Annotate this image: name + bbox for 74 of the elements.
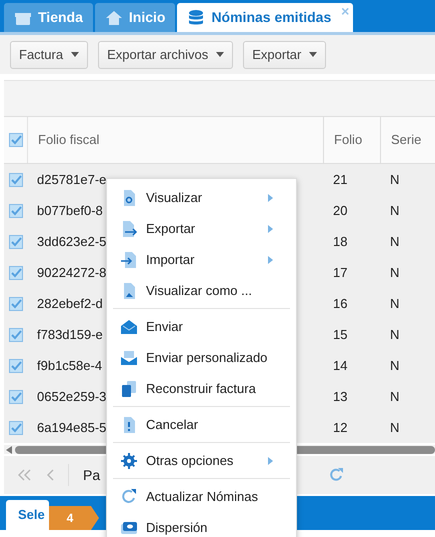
table-cell-text: 15 — [333, 326, 348, 344]
table-cell-text: N — [390, 356, 400, 375]
checkbox[interactable] — [8, 234, 22, 248]
scroll-left-icon[interactable] — [6, 446, 12, 454]
table-cell-text: 16 — [333, 294, 348, 313]
table-cell-text: N — [390, 388, 400, 406]
document-arrow-icon — [120, 220, 138, 238]
table-cell-text: 18 — [333, 232, 348, 251]
first-page-icon[interactable] — [18, 469, 32, 481]
checkbox[interactable] — [8, 296, 22, 310]
menu-item[interactable]: Enviar — [110, 311, 293, 342]
table-cell-text: f783d159-e — [37, 326, 103, 344]
checkbox[interactable] — [8, 358, 22, 372]
caret-icon — [216, 52, 224, 57]
caret-icon — [309, 52, 318, 57]
table-cell-text: N — [390, 326, 400, 344]
table-cell-text: N — [390, 264, 400, 282]
checkbox[interactable] — [8, 266, 22, 280]
checkbox[interactable] — [8, 328, 22, 342]
table-cell-text: 21 — [333, 170, 348, 189]
column-header[interactable]: Folio fiscal — [38, 130, 100, 150]
menu-item[interactable]: Cancelar — [110, 409, 293, 440]
envelope-icon — [120, 318, 138, 336]
table-cell-text: 6a194e85-5 — [37, 418, 106, 437]
home-icon — [104, 8, 123, 26]
settings-icon — [120, 452, 138, 470]
table-cell-text: 3dd623e2-5 — [37, 232, 106, 251]
menu-item[interactable]: Actualizar Nóminas — [110, 481, 293, 512]
menu-item[interactable]: Otras opciones — [110, 445, 293, 476]
checkbox[interactable] — [8, 172, 22, 186]
database-icon — [187, 8, 206, 26]
tab[interactable]: Nóminas emitidas × — [177, 3, 354, 32]
checkbox[interactable] — [8, 390, 22, 404]
dropdown-button[interactable]: Factura — [10, 40, 88, 68]
refresh-icon[interactable] — [328, 467, 344, 483]
checkbox[interactable] — [8, 420, 22, 434]
table-cell-text: 14 — [333, 356, 348, 375]
table-cell-text: 17 — [333, 264, 348, 282]
page-label: Pa — [83, 466, 100, 484]
table-cell-text: 282ebef2-d — [37, 294, 103, 313]
table-cell-text: b077bef0-8 — [37, 202, 103, 220]
menu-item[interactable]: Visualizar — [110, 182, 293, 213]
table-cell-text: N — [390, 294, 400, 313]
document-arrow-icon — [120, 250, 138, 268]
previous-page-icon[interactable] — [46, 469, 54, 481]
table-cell-text: 13 — [333, 388, 348, 406]
refresh-icon — [120, 488, 138, 506]
copy-icon — [120, 380, 138, 398]
table-cell-text: N — [390, 170, 400, 189]
menu-item[interactable]: Visualizar como ... — [110, 275, 293, 306]
step-arrow-icon — [91, 506, 99, 530]
table-cell-text: f9b1c58e-4 — [37, 356, 102, 375]
menu-item[interactable]: Dispersión — [110, 512, 293, 537]
table-cell-text: 20 — [333, 202, 348, 220]
menu-item[interactable]: Importar — [110, 244, 293, 275]
column-header[interactable]: Folio — [334, 130, 362, 150]
table-cell-text: d25781e7-e — [37, 170, 106, 189]
table-cell-text: 90224272-8 — [37, 264, 106, 282]
caret-icon — [71, 52, 80, 57]
envelope-icon — [120, 348, 138, 366]
menu-item[interactable]: Reconstruir factura — [110, 373, 293, 404]
column-header[interactable]: Serie — [391, 130, 422, 150]
checkbox[interactable] — [8, 133, 22, 147]
table-cell-text: N — [390, 232, 400, 251]
table-cell-text: N — [390, 202, 400, 220]
checkbox[interactable] — [8, 204, 22, 218]
dropdown-button[interactable]: Exportar — [243, 40, 326, 68]
menu-item[interactable]: Exportar — [110, 213, 293, 244]
table-cell-text: N — [390, 418, 400, 437]
table-cell-text: 0652e259-3 — [37, 388, 106, 406]
dropdown-button[interactable]: Exportar archivos — [98, 40, 234, 68]
table-cell-text: 12 — [333, 418, 348, 437]
menu-item[interactable]: Enviar personalizado — [110, 342, 293, 373]
tab[interactable]: Sele — [6, 500, 49, 530]
